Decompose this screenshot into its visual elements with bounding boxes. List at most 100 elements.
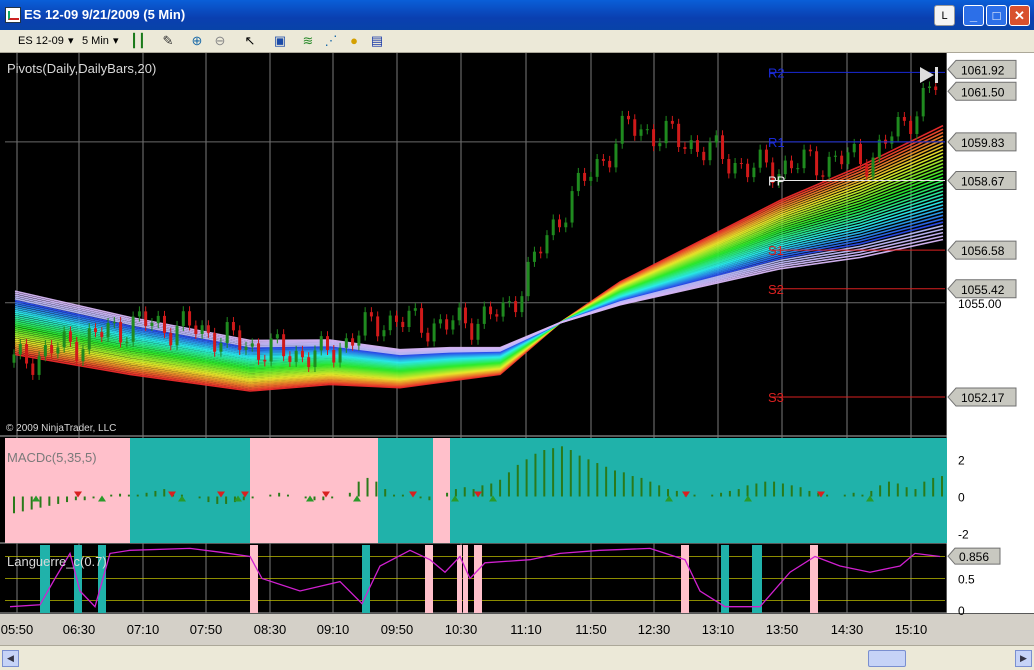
candle: [363, 307, 367, 341]
indicators-icon[interactable]: ≋: [300, 33, 316, 49]
time-axis-label: 11:50: [575, 622, 607, 637]
time-axis-label: 12:30: [638, 622, 671, 637]
candle: [564, 217, 568, 233]
chart-area[interactable]: R2 R1 PP S1 S2 S3 05:50 06:30 07:10 07:50 08:30 09…: [0, 53, 1034, 645]
candle: [495, 309, 499, 322]
price-flag: 1061.92: [947, 59, 1017, 79]
laguerre-axis-tick: 0: [958, 604, 965, 618]
window-title: ES 12-09 9/21/2009 (5 Min): [24, 7, 186, 22]
candle: [583, 167, 587, 186]
candle: [896, 111, 900, 142]
candle: [664, 115, 668, 149]
scrollbar-thumb[interactable]: [868, 650, 906, 667]
price-axis-tick: 1055.00: [958, 297, 1002, 311]
candle: [595, 154, 599, 182]
candle: [12, 349, 16, 368]
pivot-label: R2: [768, 65, 785, 80]
price-flag: 1058.67: [947, 171, 1017, 191]
instrument-selector[interactable]: ES 12-09: [18, 33, 64, 49]
time-axis-label: 15:10: [895, 622, 928, 637]
candle: [802, 144, 806, 174]
data-box-icon[interactable]: ▤: [369, 33, 385, 49]
macd-axis-tick: -2: [958, 528, 969, 542]
candle: [733, 158, 737, 179]
pivot-label: S3: [768, 390, 784, 405]
candle: [739, 158, 743, 169]
candle: [658, 138, 662, 152]
candle: [752, 162, 756, 183]
candle: [407, 305, 411, 333]
candle: [721, 130, 725, 165]
svg-text:1058.67: 1058.67: [961, 175, 1005, 189]
candle: [376, 311, 380, 342]
laguerre-buy-band: [721, 545, 729, 613]
bars-type-icon[interactable]: ┃┃: [130, 33, 146, 49]
drawing-tool-icon[interactable]: ✎: [160, 33, 176, 49]
candle: [31, 358, 35, 380]
candle: [451, 315, 455, 335]
candle: [758, 144, 762, 173]
horizontal-scrollbar[interactable]: ◀ ▶: [0, 645, 1034, 670]
copyright-label: © 2009 NinjaTrader, LLC: [6, 423, 116, 434]
time-axis-label: 06:30: [63, 622, 96, 637]
candle: [645, 124, 649, 135]
svg-text:1059.83: 1059.83: [961, 136, 1005, 150]
app-chart-icon: [5, 7, 21, 23]
title-bar: ES 12-09 9/21/2009 (5 Min) L _ □ ✕: [0, 0, 1034, 30]
laguerre-label: Languerre_c(0.7): [7, 554, 107, 569]
svg-text:0.856: 0.856: [959, 550, 989, 564]
candle: [702, 146, 706, 166]
candle: [432, 318, 436, 347]
strategies-icon[interactable]: ⋰: [323, 33, 339, 49]
candle: [388, 310, 392, 336]
laguerre-sell-band: [250, 545, 258, 613]
candle: [677, 118, 681, 153]
pointer-icon[interactable]: ↖: [242, 33, 258, 49]
macd-label: MACDc(5,35,5): [7, 450, 97, 465]
maximize-button[interactable]: □: [986, 5, 1007, 26]
candle: [827, 151, 831, 182]
time-axis-label: 14:30: [831, 622, 864, 637]
laguerre-value-flag: 0.856: [947, 547, 1001, 565]
interval-selector[interactable]: 5 Min: [82, 33, 109, 49]
pivot-label: PP: [768, 174, 785, 189]
candle: [445, 314, 449, 335]
instrument-dropdown-icon[interactable]: ▾: [68, 33, 74, 49]
candle: [545, 230, 549, 259]
chart-canvas[interactable]: R2 R1 PP S1 S2 S3 05:50 06:30 07:10 07:50 08:30 09…: [0, 53, 1034, 645]
close-button[interactable]: ✕: [1009, 5, 1030, 26]
macd-axis-tick: 0: [958, 491, 965, 505]
candle: [231, 317, 235, 336]
coin-icon[interactable]: ●: [346, 33, 362, 49]
price-flag: 1052.17: [947, 387, 1017, 407]
candle: [695, 135, 699, 157]
price-indicator-label: Pivots(Daily,DailyBars,20): [7, 61, 156, 76]
screenshot-icon[interactable]: ▣: [272, 33, 288, 49]
laguerre-panel: [5, 545, 945, 613]
pivot-label: R1: [768, 135, 785, 150]
candle: [689, 135, 693, 154]
candle: [526, 256, 530, 302]
zoom-in-icon[interactable]: ⊕: [189, 33, 205, 49]
candle: [921, 82, 925, 122]
time-axis-label: 07:10: [127, 622, 160, 637]
svg-text:1055.42: 1055.42: [961, 283, 1005, 297]
candle: [558, 214, 562, 233]
candle: [626, 110, 630, 125]
interval-dropdown-icon[interactable]: ▾: [113, 33, 119, 49]
time-axis-label: 10:30: [445, 622, 478, 637]
scroll-to-end-icon[interactable]: [920, 67, 938, 83]
candle: [413, 303, 417, 316]
price-flag: 1059.83: [947, 132, 1017, 152]
scroll-left-icon[interactable]: ◀: [2, 650, 19, 667]
candle: [790, 155, 794, 174]
laguerre-sell-band: [425, 545, 433, 613]
candle: [620, 110, 624, 149]
scroll-right-icon[interactable]: ▶: [1015, 650, 1032, 667]
minimize-button[interactable]: _: [963, 5, 984, 26]
zoom-out-icon[interactable]: ⊖: [212, 33, 228, 49]
svg-text:1061.50: 1061.50: [961, 85, 1005, 99]
time-axis-label: 13:50: [766, 622, 799, 637]
price-flag: 1055.42: [947, 279, 1017, 299]
link-button[interactable]: L: [934, 5, 955, 26]
